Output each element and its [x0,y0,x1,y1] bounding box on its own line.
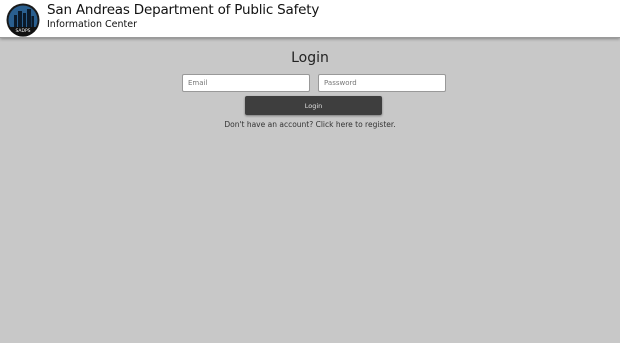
sadps-badge-icon[interactable]: SADPS [6,3,40,37]
site-subtitle: Information Center [47,19,137,30]
login-button[interactable]: Login [245,96,382,115]
register-link[interactable]: Don't have an account? Click here to reg… [0,120,620,129]
password-field[interactable] [318,74,446,92]
site-title: San Andreas Department of Public Safety [47,2,320,18]
page-header: SADPS San Andreas Department of Public S… [0,0,620,38]
logo-text: SADPS [15,28,30,34]
login-heading: Login [291,50,329,66]
email-field[interactable] [182,74,310,92]
